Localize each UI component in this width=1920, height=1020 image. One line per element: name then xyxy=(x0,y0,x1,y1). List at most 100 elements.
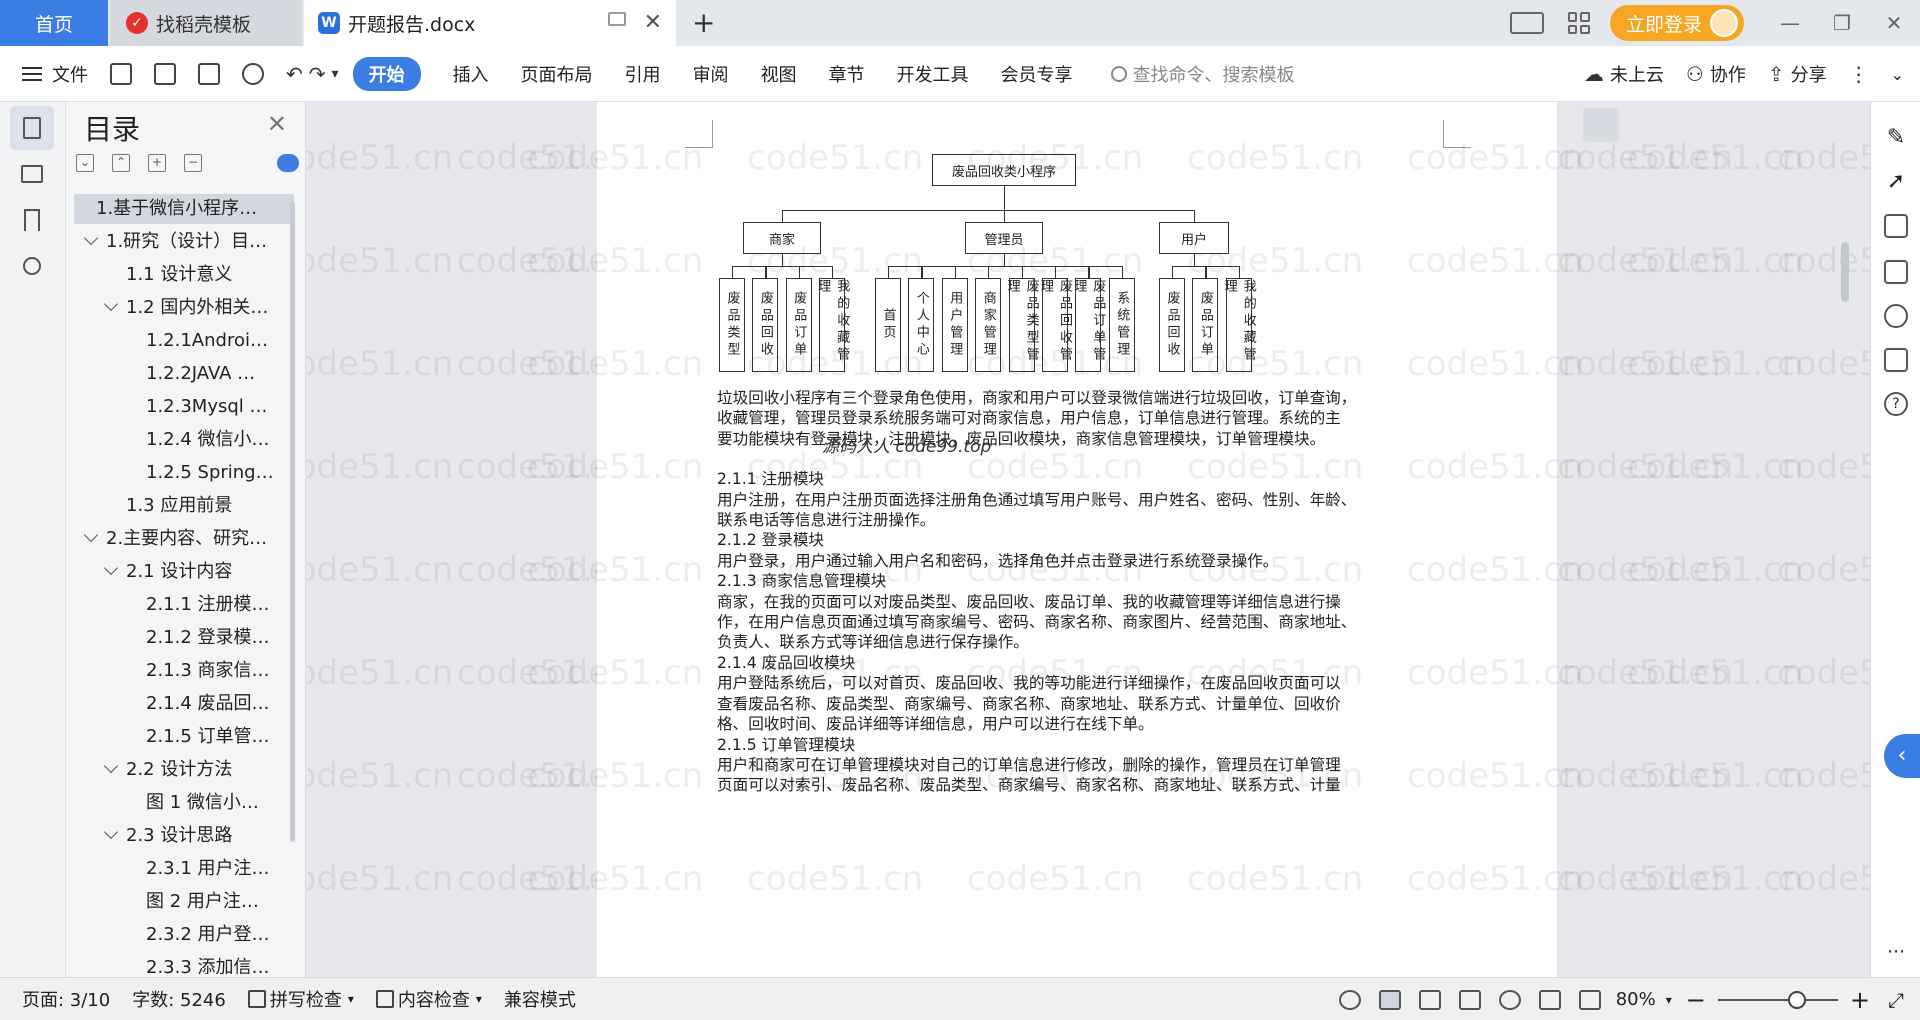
toc-item[interactable]: 2.1 设计内容 xyxy=(74,557,294,587)
toc-caret-icon[interactable] xyxy=(103,296,119,312)
zoom-slider-thumb[interactable] xyxy=(1787,990,1806,1009)
toc-item[interactable]: 1.2 国内外相关… xyxy=(74,293,294,323)
collapse-all-icon[interactable]: ⌃ xyxy=(112,154,130,172)
toc-item[interactable]: 2.2 设计方法 xyxy=(74,755,294,785)
toc-item[interactable]: 2.1.3 商家信… xyxy=(74,656,294,686)
tab-close-icon[interactable]: ✕ xyxy=(644,10,662,35)
apps-grid-icon[interactable] xyxy=(1567,12,1590,34)
toc-item[interactable]: 2.1.1 注册模… xyxy=(74,590,294,620)
ribbon-tab-view[interactable]: 视图 xyxy=(761,61,797,87)
lightning-icon[interactable] xyxy=(1884,304,1908,328)
toc-item[interactable]: 1.3 应用前景 xyxy=(74,491,294,521)
toc-caret-icon[interactable] xyxy=(103,758,119,774)
save-icon[interactable] xyxy=(110,62,132,85)
zoom-slider[interactable] xyxy=(1717,990,1838,1009)
ribbon-tab-chapter[interactable]: 章节 xyxy=(829,61,865,87)
ai-assistant-icon[interactable] xyxy=(1884,260,1908,284)
pen-icon[interactable]: ✎ xyxy=(1884,126,1908,150)
collaborate-button[interactable]: ⚇ 协作 xyxy=(1686,61,1746,87)
export-icon[interactable] xyxy=(154,62,176,85)
toc-caret-icon[interactable] xyxy=(83,230,99,246)
page-indicator[interactable]: 页面: 3/10 xyxy=(22,986,110,1012)
page-view-icon[interactable] xyxy=(1378,989,1401,1010)
tab-home[interactable]: 首页 xyxy=(0,0,108,46)
zoom-level[interactable]: 80% xyxy=(1616,989,1656,1010)
redo-icon[interactable]: ↷ xyxy=(309,62,326,86)
more-options-icon[interactable]: ⋮ xyxy=(1849,62,1869,86)
toc-item[interactable]: 2.1.4 废品回… xyxy=(74,689,294,719)
close-icon[interactable]: ✕ xyxy=(1872,11,1916,35)
restore-icon[interactable]: ❐ xyxy=(1820,11,1864,35)
add-heading-icon[interactable]: + xyxy=(148,154,166,172)
toc-caret-icon[interactable] xyxy=(103,560,119,576)
more-tools-icon[interactable]: ⋯ xyxy=(1884,940,1908,964)
toc-smart-toggle[interactable] xyxy=(277,154,299,172)
toc-item[interactable]: 图 2 用户注… xyxy=(74,887,294,917)
new-tab-button[interactable]: + xyxy=(692,6,715,39)
toc-item[interactable]: 1.2.2JAVA … xyxy=(74,359,294,389)
toc-caret-icon[interactable] xyxy=(103,824,119,840)
vertical-scrollbar[interactable] xyxy=(1837,102,1853,977)
toc-item[interactable]: 1.基于微信小程序… xyxy=(74,194,294,224)
toc-item[interactable]: 2.主要内容、研究… xyxy=(74,524,294,554)
fit-page-icon[interactable] xyxy=(1578,989,1601,1010)
print-preview-icon[interactable] xyxy=(242,62,264,85)
toc-item[interactable]: 2.3 设计思路 xyxy=(74,821,294,851)
ribbon-tab-references[interactable]: 引用 xyxy=(625,61,661,87)
toc-item[interactable]: 1.2.1Androi… xyxy=(74,326,294,356)
toc-scrollbar[interactable] xyxy=(290,202,295,842)
toc-item[interactable]: 1.2.5 Spring… xyxy=(74,458,294,488)
toc-item[interactable]: 2.1.5 订单管… xyxy=(74,722,294,752)
command-search[interactable]: 查找命令、搜索模板 xyxy=(1110,61,1295,87)
toc-item[interactable]: 1.2.4 微信小… xyxy=(74,425,294,455)
tab-document[interactable]: W 开题报告.docx ✕ xyxy=(304,0,676,46)
remove-heading-icon[interactable]: − xyxy=(184,154,202,172)
read-view-icon[interactable] xyxy=(1458,989,1481,1010)
undo-icon[interactable]: ↶ xyxy=(286,62,303,86)
page-side-tool-button[interactable] xyxy=(1583,108,1619,142)
scrollbar-thumb[interactable] xyxy=(1841,242,1849,302)
zoom-in-icon[interactable]: + xyxy=(1850,986,1870,1014)
web-view-icon[interactable] xyxy=(1498,989,1521,1010)
toc-item[interactable]: 2.3.2 用户登… xyxy=(74,920,294,950)
minimize-icon[interactable]: — xyxy=(1768,11,1812,35)
cursor-icon[interactable]: ➚ xyxy=(1884,170,1908,194)
file-menu[interactable]: 文件 xyxy=(22,61,88,87)
toc-item[interactable]: 图 1 微信小… xyxy=(74,788,294,818)
outline-view-icon[interactable] xyxy=(1418,989,1441,1010)
spell-check-button[interactable]: 拼写检查 ▾ xyxy=(247,986,354,1012)
bookmark-nav-button[interactable] xyxy=(10,198,54,242)
collapse-ribbon-icon[interactable]: ⌄ xyxy=(1891,65,1904,84)
ribbon-tab-review[interactable]: 审阅 xyxy=(693,61,729,87)
toc-item[interactable]: 2.3.1 用户注… xyxy=(74,854,294,884)
tab-float-icon[interactable] xyxy=(608,12,626,26)
word-count[interactable]: 字数: 5246 xyxy=(132,986,226,1012)
tab-daoke-templates[interactable]: ✓ 找稻壳模板 xyxy=(110,0,302,46)
print-icon[interactable] xyxy=(198,62,220,85)
toc-item[interactable]: 2.1.2 登录模… xyxy=(74,623,294,653)
quick-access-dropdown-icon[interactable]: ▾ xyxy=(332,66,339,82)
toc-item[interactable]: 1.1 设计意义 xyxy=(74,260,294,290)
document-page[interactable]: 废品回收类小程序 商家 废品类型 废品回收 废品订单 我的收藏管理 管理员 首页 个人中心 用户管… xyxy=(527,102,1803,977)
zoom-out-icon[interactable]: − xyxy=(1686,986,1706,1014)
toc-nav-button[interactable] xyxy=(10,106,54,150)
ribbon-tab-start[interactable]: 开始 xyxy=(352,56,421,91)
ribbon-tab-insert[interactable]: 插入 xyxy=(453,61,489,87)
expand-all-icon[interactable]: ⌄ xyxy=(76,154,94,172)
sidebar-collapse-button[interactable]: ‹ xyxy=(1884,734,1920,778)
toc-close-icon[interactable]: ✕ xyxy=(267,110,287,138)
eye-protect-icon[interactable] xyxy=(1338,989,1361,1010)
write-view-icon[interactable] xyxy=(1538,989,1561,1010)
ribbon-tab-member[interactable]: 会员专享 xyxy=(1001,61,1073,87)
share-button[interactable]: ⇪ 分享 xyxy=(1768,61,1827,87)
login-button[interactable]: 立即登录 xyxy=(1609,5,1744,41)
toc-item[interactable]: 1.2.3Mysql … xyxy=(74,392,294,422)
content-check-button[interactable]: 内容检查 ▾ xyxy=(375,986,482,1012)
zoom-dropdown-icon[interactable]: ▾ xyxy=(1666,993,1672,1007)
cloud-status[interactable]: ☁ 未上云 xyxy=(1584,61,1664,87)
find-nav-button[interactable] xyxy=(10,244,54,288)
ribbon-tab-page-layout[interactable]: 页面布局 xyxy=(521,61,593,87)
ribbon-tab-developer[interactable]: 开发工具 xyxy=(897,61,969,87)
fullscreen-icon[interactable]: ⤢ xyxy=(1888,988,1904,1012)
toc-item[interactable]: 2.3.3 添加信… xyxy=(74,953,294,974)
